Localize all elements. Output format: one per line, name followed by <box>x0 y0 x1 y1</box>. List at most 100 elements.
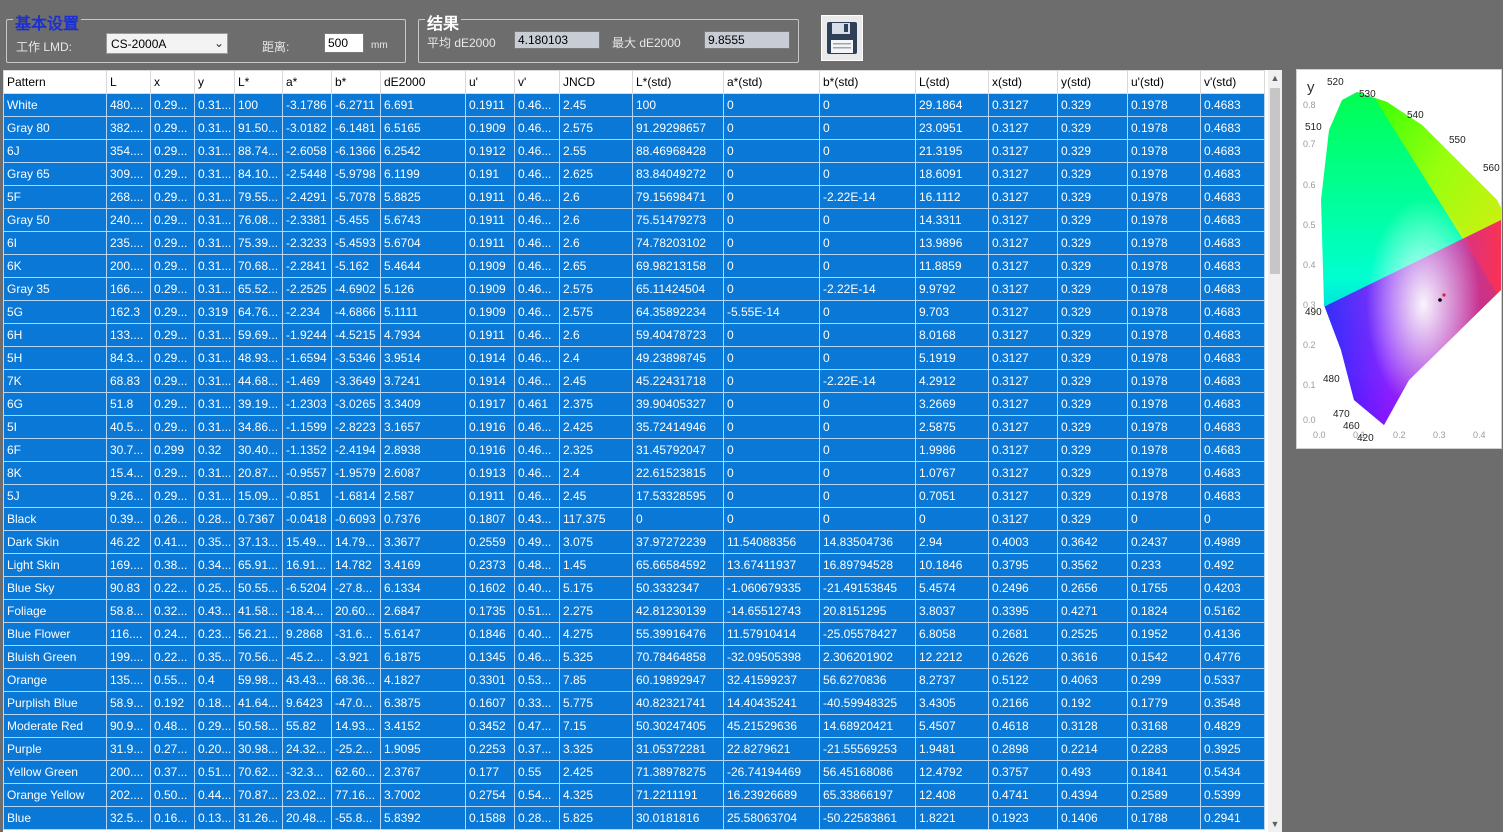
table-cell: 0.29... <box>150 277 195 301</box>
cie-x-tick: 0.4 <box>1473 430 1486 440</box>
column-header[interactable]: dE2000 <box>380 70 466 94</box>
scrollbar-thumb[interactable] <box>1270 88 1280 274</box>
table-row[interactable]: Gray 50 240.... 0.29... 0.31... 76.08... -2.3… <box>3 208 1265 232</box>
table-row[interactable]: Gray 65 309.... 0.29... 0.31... 84.10... -2.5… <box>3 162 1265 186</box>
table-row[interactable]: 5F 268.... 0.29... 0.31... 79.55... -2.4291 -5… <box>3 185 1265 209</box>
table-row[interactable]: 5J 9.26... 0.29... 0.31... 15.09... -0.851 -1.… <box>3 484 1265 508</box>
table-row[interactable]: 6G 51.8 0.29... 0.31... 39.19... -1.2303 -3.02… <box>3 392 1265 416</box>
table-cell: 5G <box>3 300 107 324</box>
table-cell: 0.4683 <box>1200 185 1265 209</box>
table-row[interactable]: Purple 31.9... 0.27... 0.20... 30.98... 24.32… <box>3 737 1265 761</box>
column-header[interactable]: u'(std) <box>1127 70 1201 94</box>
table-cell: 100 <box>234 93 283 117</box>
table-row[interactable]: 5I 40.5... 0.29... 0.31... 34.86... -1.1599 -2… <box>3 415 1265 439</box>
scroll-down-icon[interactable]: ▼ <box>1268 817 1282 831</box>
column-header[interactable]: L*(std) <box>632 70 724 94</box>
table-cell: 5.175 <box>559 576 633 600</box>
table-cell: 0.39... <box>106 507 151 531</box>
table-row[interactable]: 6K 200.... 0.29... 0.31... 70.68... -2.2841 -5… <box>3 254 1265 278</box>
distance-input[interactable] <box>324 33 364 53</box>
column-header[interactable]: x <box>150 70 195 94</box>
column-header[interactable]: Pattern <box>3 70 107 94</box>
table-cell: 30.7... <box>106 438 151 462</box>
table-cell: 0.35... <box>194 530 235 554</box>
column-header[interactable]: L* <box>234 70 283 94</box>
table-cell: -1.060679335 <box>723 576 820 600</box>
table-row[interactable]: 6H 133.... 0.29... 0.31... 59.69... -1.9244 -4… <box>3 323 1265 347</box>
table-row[interactable]: Blue Sky 90.83 0.22... 0.25... 50.55... -6.52… <box>3 576 1265 600</box>
table-cell: 0 <box>819 461 916 485</box>
table-row[interactable]: 8K 15.4... 0.29... 0.31... 20.87... -0.9557 -1… <box>3 461 1265 485</box>
lmd-select[interactable]: CS-2000A ⌄ <box>106 33 228 54</box>
table-row[interactable]: Blue Flower 116.... 0.24... 0.23... 56.21...… <box>3 622 1265 646</box>
column-header[interactable]: b*(std) <box>819 70 916 94</box>
table-row[interactable]: Bluish Green 199.... 0.22... 0.35... 70.56..… <box>3 645 1265 669</box>
column-header[interactable]: y(std) <box>1057 70 1128 94</box>
table-row[interactable]: Light Skin 169.... 0.38... 0.34... 65.91... 1… <box>3 553 1265 577</box>
table-cell: 0.3127 <box>988 438 1058 462</box>
table-cell: 0.40... <box>514 576 560 600</box>
column-header[interactable]: L <box>106 70 151 94</box>
table-cell: Blue Sky <box>3 576 107 600</box>
cie-wavelength-label: 560 <box>1483 163 1500 174</box>
table-row[interactable]: Dark Skin 46.22 0.41... 0.35... 37.13... 15.4… <box>3 530 1265 554</box>
table-row[interactable]: 6I 235.... 0.29... 0.31... 75.39... -2.3233 -5… <box>3 231 1265 255</box>
table-row[interactable]: Orange 135.... 0.55... 0.4 59.98... 43.43... 6… <box>3 668 1265 692</box>
table-cell: Bluish Green <box>3 645 107 669</box>
save-button[interactable] <box>821 15 863 61</box>
column-header[interactable]: b* <box>331 70 381 94</box>
scroll-up-icon[interactable]: ▲ <box>1268 71 1282 85</box>
vertical-scrollbar[interactable]: ▲ ▼ <box>1268 70 1282 832</box>
table-row[interactable]: Purplish Blue 58.9... 0.192 0.18... 41.64...… <box>3 691 1265 715</box>
table-row[interactable]: 5H 84.3... 0.29... 0.31... 48.93... -1.6594 -3… <box>3 346 1265 370</box>
column-header[interactable]: v' <box>514 70 560 94</box>
table-cell: 309.... <box>106 162 151 186</box>
column-header[interactable]: v'(std) <box>1200 70 1265 94</box>
table-cell: 3.9514 <box>380 346 466 370</box>
table-row[interactable]: Gray 80 382.... 0.29... 0.31... 91.50... -3.0… <box>3 116 1265 140</box>
table-cell: 0.31... <box>194 185 235 209</box>
column-header[interactable]: JNCD <box>559 70 633 94</box>
table-cell: 162.3 <box>106 300 151 324</box>
table-cell: 5.325 <box>559 645 633 669</box>
table-cell: 0.1914 <box>465 346 515 370</box>
table-cell: -1.1599 <box>282 415 332 439</box>
results-grid[interactable]: Pattern Lx y L* a* b* dE2000 u' v' JNCD L*(std) a*(… <box>3 70 1282 832</box>
column-header[interactable]: L(std) <box>915 70 989 94</box>
table-cell: 2.587 <box>380 484 466 508</box>
table-cell: 0.29... <box>150 346 195 370</box>
table-row[interactable]: 6J 354.... 0.29... 0.31... 88.74... -2.6058 -6… <box>3 139 1265 163</box>
table-row[interactable]: 6F 30.7... 0.299 0.32 30.40... -1.1352 -2.4194… <box>3 438 1265 462</box>
table-cell: 1.9481 <box>915 737 989 761</box>
table-row[interactable]: Gray 35 166.... 0.29... 0.31... 65.52... -2.2… <box>3 277 1265 301</box>
table-cell: -14.65512743 <box>723 599 820 623</box>
table-row[interactable]: 7K 68.83 0.29... 0.31... 44.68... -1.469 -3.36… <box>3 369 1265 393</box>
table-cell: 3.2669 <box>915 392 989 416</box>
column-header[interactable]: y <box>194 70 235 94</box>
table-cell: 0.3127 <box>988 208 1058 232</box>
table-cell: -1.6594 <box>282 346 332 370</box>
table-row[interactable]: Blue 32.5... 0.16... 0.13... 31.26... 20.48..… <box>3 806 1265 830</box>
table-cell: 117.375 <box>559 507 633 531</box>
table-row[interactable]: Orange Yellow 202.... 0.50... 0.44... 70.87.… <box>3 783 1265 807</box>
table-row[interactable]: Black 0.39... 0.26... 0.28... 0.7367 -0.0418-… <box>3 507 1265 531</box>
table-cell: 4.275 <box>559 622 633 646</box>
table-row[interactable]: White 480.... 0.29... 0.31... 100 -3.1786 -6.2… <box>3 93 1265 117</box>
table-cell: -26.74194469 <box>723 760 820 784</box>
column-header[interactable]: x(std) <box>988 70 1058 94</box>
table-row[interactable]: Moderate Red 90.9... 0.48... 0.29... 50.58..… <box>3 714 1265 738</box>
table-cell: 0.3127 <box>988 369 1058 393</box>
table-cell: 8.2737 <box>915 668 989 692</box>
table-row[interactable]: 5G 162.3 0.29... 0.319 64.76... -2.234 -4.6866… <box>3 300 1265 324</box>
column-header[interactable]: u' <box>465 70 515 94</box>
table-cell: -31.6... <box>331 622 381 646</box>
table-cell: 0.29... <box>150 392 195 416</box>
table-row[interactable]: Yellow Green 200.... 0.37... 0.51... 70.62..… <box>3 760 1265 784</box>
column-header[interactable]: a* <box>282 70 332 94</box>
table-row[interactable]: Foliage 58.8... 0.32... 0.43... 41.58... -18.… <box>3 599 1265 623</box>
table-cell: 0.31... <box>194 346 235 370</box>
column-header[interactable]: a*(std) <box>723 70 820 94</box>
table-cell: 0 <box>819 93 916 117</box>
table-cell: 0.329 <box>1057 369 1128 393</box>
table-cell: 0.1978 <box>1127 139 1201 163</box>
